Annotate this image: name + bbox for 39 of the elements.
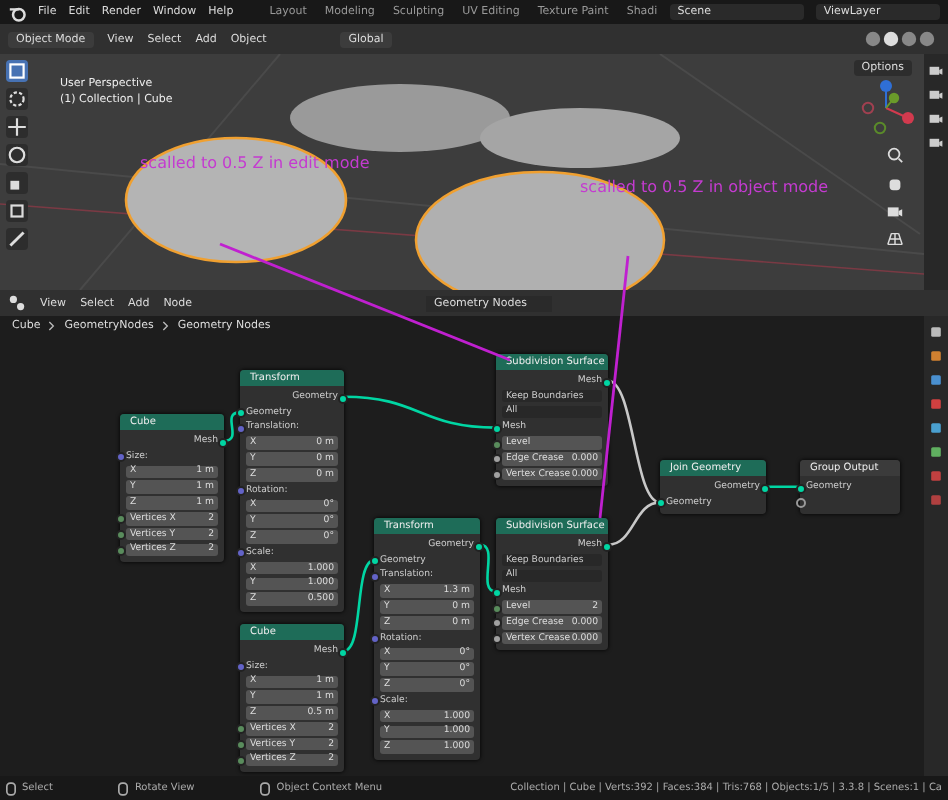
node-link [223,411,241,443]
transform-icon[interactable] [6,200,28,222]
camera-icon[interactable] [928,110,944,126]
socket[interactable] [602,377,612,387]
mouse-icon [6,781,16,795]
socket[interactable] [760,483,770,493]
editor-type-icon[interactable] [8,294,26,312]
mouse-icon [260,781,271,795]
mouse-icon [118,781,129,795]
socket[interactable] [602,541,612,551]
socket[interactable] [796,498,806,509]
node-link [343,559,375,652]
move-icon[interactable] [6,116,28,138]
socket[interactable] [218,437,228,447]
node-link [479,543,497,593]
cursor-icon[interactable] [6,88,28,110]
socket[interactable] [474,541,484,551]
socket[interactable] [370,556,380,567]
socket[interactable] [338,393,348,403]
chevron-icon [161,320,170,332]
select-box-icon[interactable] [6,60,28,82]
camera-icon[interactable] [928,86,944,102]
socket[interactable] [796,483,806,493]
axis-gizmo-icon[interactable] [856,78,916,138]
annotate-icon[interactable] [6,228,28,250]
socket[interactable] [656,498,666,509]
zoom-icon[interactable] [886,146,904,164]
chevron-icon [48,320,57,332]
grid-icon[interactable] [886,230,904,248]
rotate-icon[interactable] [6,144,28,166]
scale-icon[interactable] [6,172,28,194]
socket[interactable] [338,647,348,657]
socket[interactable] [492,587,502,598]
camera-icon[interactable] [886,202,904,220]
socket[interactable] [236,408,246,419]
camera-icon[interactable] [928,62,944,78]
camera-icon[interactable] [928,134,944,150]
socket[interactable] [492,423,502,434]
shading-icon[interactable] [860,30,940,48]
